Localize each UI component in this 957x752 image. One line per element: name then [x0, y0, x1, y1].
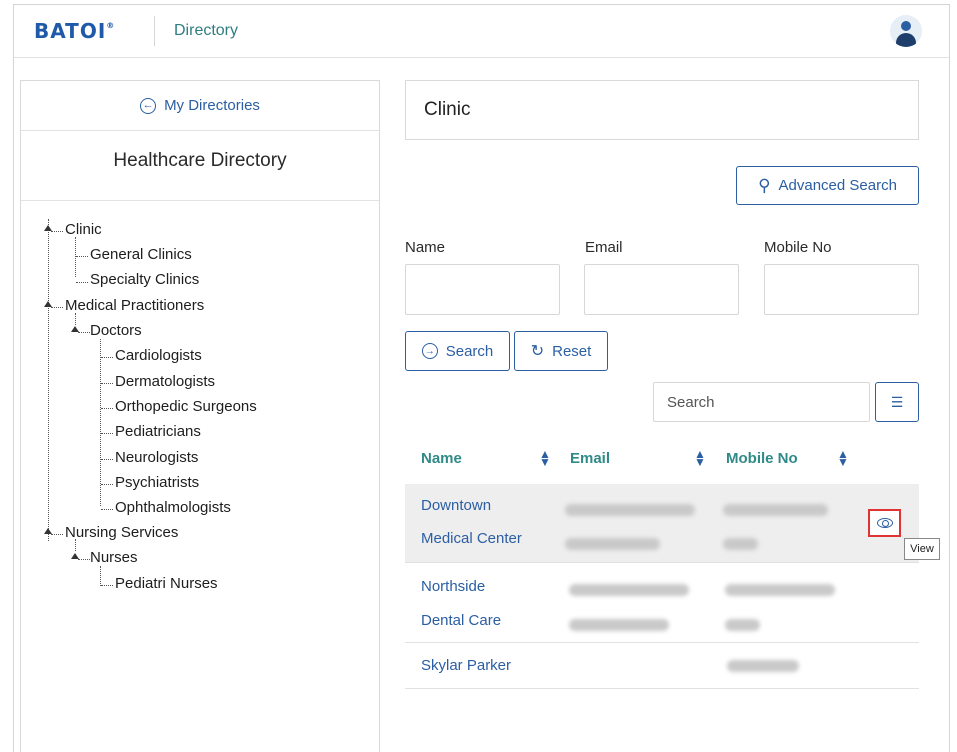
- brand-logo[interactable]: BATOI®: [34, 19, 115, 43]
- tree-node-clinic[interactable]: Clinic: [65, 221, 102, 238]
- directory-sidebar: ← My Directories Healthcare Directory Cl…: [20, 80, 380, 752]
- table-search-input[interactable]: [653, 382, 870, 422]
- app-title[interactable]: Directory: [174, 22, 238, 40]
- search-icon: ⚲: [758, 176, 771, 195]
- column-header-name[interactable]: Name: [421, 450, 462, 467]
- tree-node-doctors[interactable]: Doctors: [90, 322, 142, 339]
- blurred-mobile: [725, 584, 835, 596]
- row-name[interactable]: Skylar Parker: [421, 649, 511, 683]
- tree-node-neurologists[interactable]: Neurologists: [115, 449, 198, 466]
- my-directories-link[interactable]: ← My Directories: [21, 81, 379, 131]
- advanced-search-label: Advanced Search: [778, 177, 897, 194]
- tree-node-dermatologists[interactable]: Dermatologists: [115, 373, 215, 390]
- back-arrow-icon: ←: [140, 97, 157, 114]
- table-header: Name ▲ ▼ Email ▲ ▼ Mobile No ▲ ▼: [405, 436, 919, 484]
- table-row[interactable]: Skylar Parker: [405, 643, 919, 689]
- my-directories-label: My Directories: [164, 97, 260, 114]
- name-filter-input[interactable]: [405, 264, 560, 315]
- view-button[interactable]: [868, 509, 901, 537]
- list-icon: ☰: [890, 393, 904, 410]
- mobile-filter-label: Mobile No: [764, 239, 832, 256]
- sort-icon[interactable]: ▲ ▼: [539, 448, 551, 468]
- tree-node-orthopedic-surgeons[interactable]: Orthopedic Surgeons: [115, 398, 257, 415]
- column-header-mobile[interactable]: Mobile No: [726, 450, 798, 467]
- column-list-button[interactable]: ☰: [875, 382, 919, 422]
- header-divider: [154, 16, 155, 46]
- blurred-mobile: [727, 660, 799, 672]
- tree-node-nurses[interactable]: Nurses: [90, 549, 138, 566]
- tree-node-psychiatrists[interactable]: Psychiatrists: [115, 474, 199, 491]
- row-name-line1[interactable]: Northside: [421, 570, 485, 604]
- blurred-mobile: [723, 538, 758, 550]
- refresh-icon: ↻: [530, 343, 545, 360]
- tree-node-general-clinics[interactable]: General Clinics: [90, 246, 192, 263]
- tree-node-pediatri-nurses[interactable]: Pediatri Nurses: [115, 575, 218, 592]
- search-button[interactable]: → Search: [405, 331, 510, 371]
- directory-title: Healthcare Directory: [21, 131, 379, 201]
- column-header-email[interactable]: Email: [570, 450, 610, 467]
- mobile-filter-input[interactable]: [764, 264, 919, 315]
- email-filter-label: Email: [585, 239, 623, 256]
- reset-button-label: Reset: [552, 342, 592, 360]
- tree-node-ophthalmologists[interactable]: Ophthalmologists: [115, 499, 231, 516]
- sort-icon[interactable]: ▲ ▼: [694, 448, 706, 468]
- tree-node-nursing-services[interactable]: Nursing Services: [65, 524, 178, 541]
- blurred-email: [569, 584, 689, 596]
- arrow-right-circle-icon: →: [421, 343, 438, 359]
- reset-button[interactable]: ↻ Reset: [514, 331, 608, 371]
- view-tooltip: View: [904, 538, 940, 560]
- sort-icon[interactable]: ▲ ▼: [837, 448, 849, 468]
- table-row[interactable]: Downtown Medical Center: [405, 484, 919, 563]
- blurred-mobile: [725, 619, 760, 631]
- blurred-email: [569, 619, 669, 631]
- section-title: Clinic: [405, 80, 919, 140]
- user-avatar-icon[interactable]: [890, 15, 922, 47]
- tree-node-pediatricians[interactable]: Pediatricians: [115, 423, 201, 440]
- tree-node-specialty-clinics[interactable]: Specialty Clinics: [90, 271, 199, 288]
- row-name-line2[interactable]: Medical Center: [421, 522, 522, 556]
- blurred-mobile: [723, 504, 828, 516]
- blurred-email: [565, 504, 695, 516]
- tree-node-cardiologists[interactable]: Cardiologists: [115, 347, 202, 364]
- email-filter-input[interactable]: [584, 264, 739, 315]
- blurred-email: [565, 538, 660, 550]
- row-name-line1[interactable]: Downtown: [421, 489, 491, 523]
- directory-tree: Clinic General Clinics Specialty Clinics…: [21, 201, 379, 592]
- search-button-label: Search: [445, 342, 494, 360]
- name-filter-label: Name: [405, 239, 446, 256]
- eye-icon: [876, 518, 893, 528]
- table-row[interactable]: Northside Dental Care: [405, 563, 919, 643]
- row-name-line2[interactable]: Dental Care: [421, 604, 501, 638]
- top-header: BATOI® Directory: [14, 5, 949, 58]
- tree-node-medical-practitioners[interactable]: Medical Practitioners: [65, 297, 204, 314]
- advanced-search-button[interactable]: ⚲ Advanced Search: [736, 166, 919, 205]
